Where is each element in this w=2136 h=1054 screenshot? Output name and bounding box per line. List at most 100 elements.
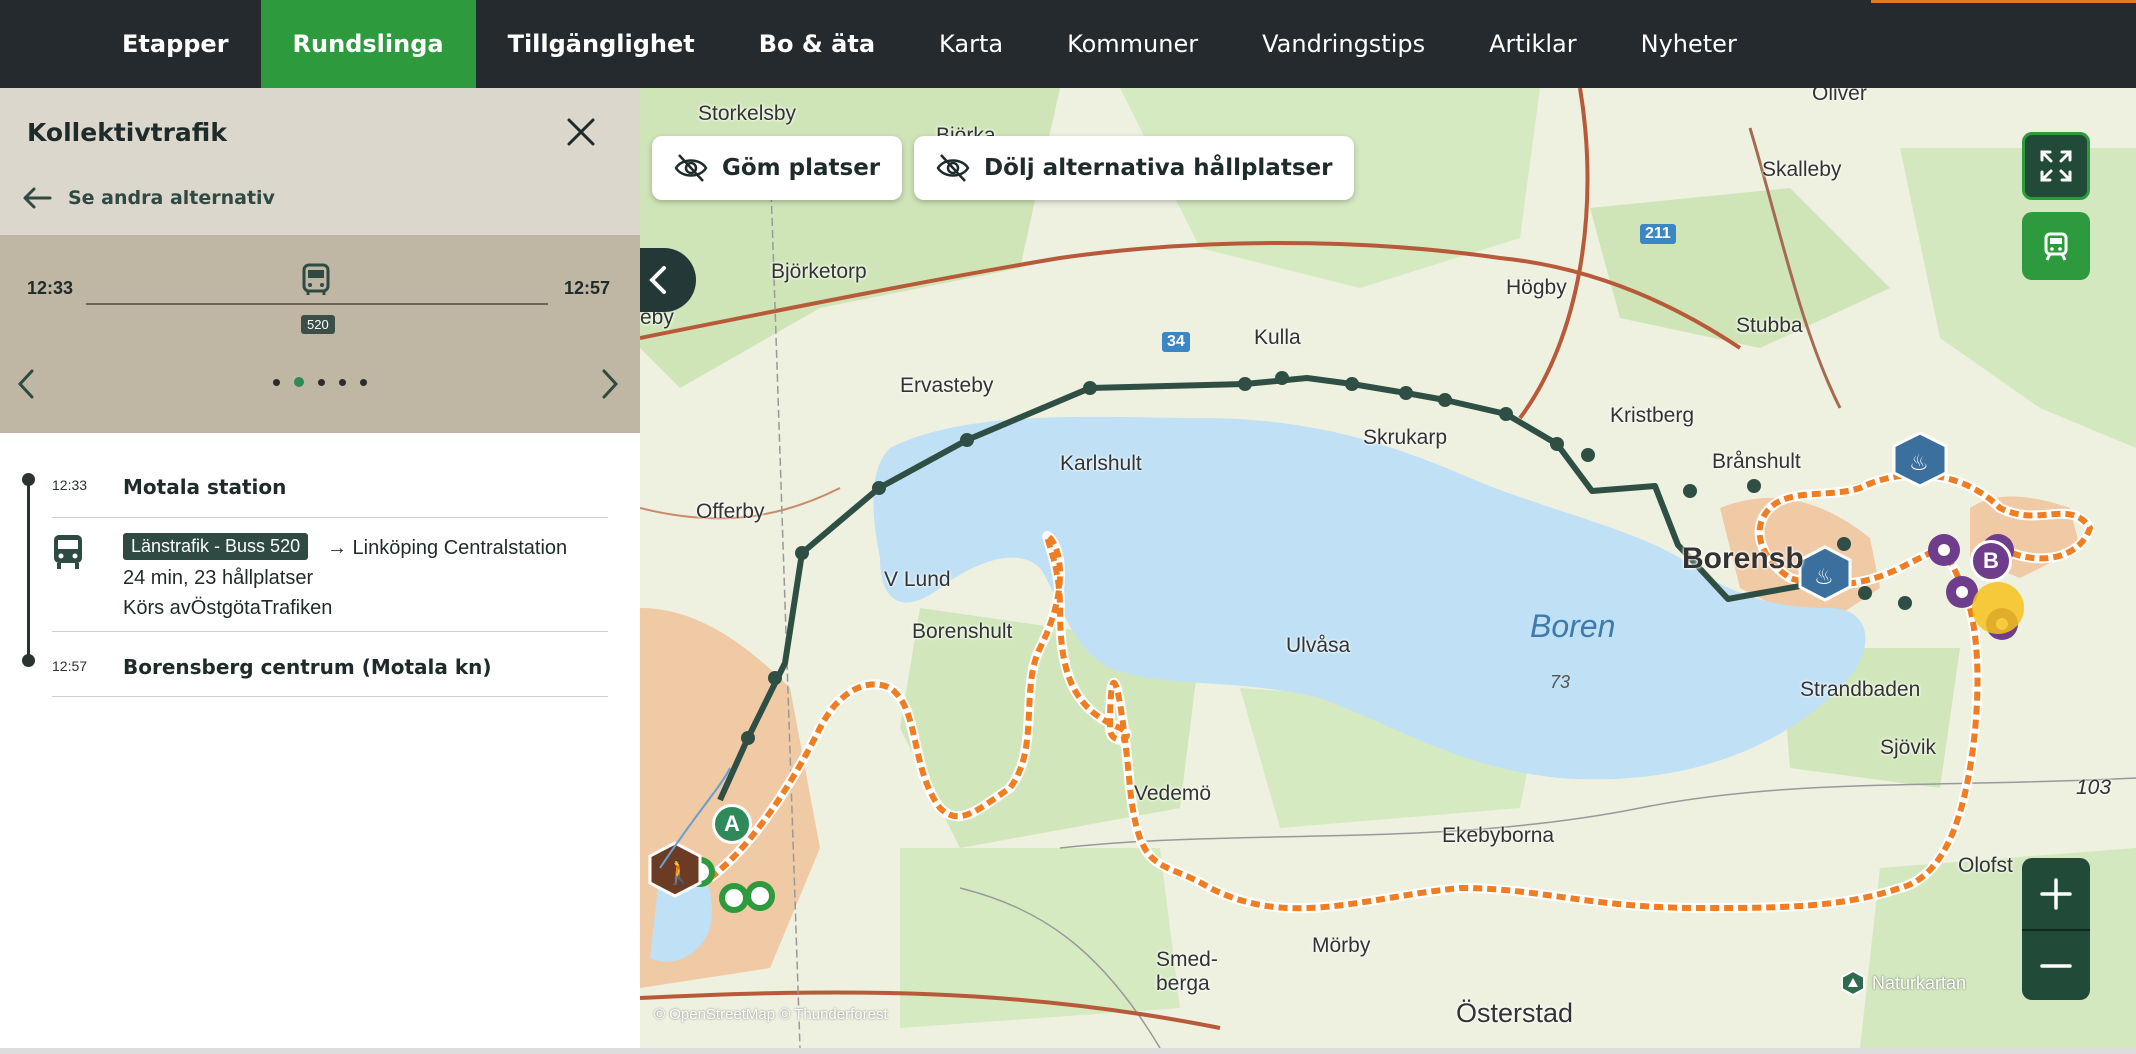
place-label: Ulvåsa <box>1286 634 1351 657</box>
back-to-alternatives-link[interactable]: Se andra alternativ <box>22 186 275 210</box>
place-label: Ekebyborna <box>1442 824 1555 847</box>
lake-label: Boren <box>1530 608 1616 644</box>
place-label: Brånshult <box>1712 450 1801 473</box>
hide-alternative-stops-button[interactable]: Dölj alternativa hållplatser <box>914 136 1355 200</box>
hide-places-button[interactable]: Göm platser <box>652 136 903 200</box>
bottom-strip <box>0 1048 2136 1054</box>
chevron-left-icon <box>17 369 34 399</box>
fullscreen-icon <box>2040 150 2072 182</box>
public-transport-button[interactable] <box>2022 212 2090 280</box>
nav-item-vandringstips[interactable]: Vandringstips <box>1230 0 1457 88</box>
elevation-label: 103 <box>2076 776 2112 799</box>
bus-icon <box>50 533 86 571</box>
pagination-dot[interactable] <box>318 378 325 386</box>
place-label: Skrukarp <box>1363 426 1448 449</box>
naturkartan-icon <box>1841 970 1865 996</box>
nav-item-nyheter[interactable]: Nyheter <box>1609 0 1769 88</box>
bus-icon <box>300 263 332 297</box>
nav-item-tillganglighet[interactable]: Tillgänglighet <box>476 0 727 88</box>
departure-time: 12:33 <box>52 477 88 493</box>
campfire-icon[interactable]: ♨ <box>1909 450 1929 476</box>
eye-off-icon <box>674 154 708 182</box>
plus-icon <box>2040 877 2072 910</box>
zoom-in-button[interactable] <box>2022 858 2090 929</box>
place-label: Storkelsby <box>698 102 797 125</box>
close-button[interactable] <box>563 114 599 150</box>
map-view[interactable]: ♨ ♨ 🚶 A B 34 211 Storkelsby Björka Olive… <box>640 88 2136 1048</box>
departure-stop: Motala station <box>123 475 287 499</box>
divider <box>52 517 608 518</box>
hide-places-label: Göm platser <box>722 155 881 181</box>
minus-icon <box>2040 963 2072 968</box>
place-label: Kulla <box>1254 326 1301 349</box>
trip-summary: 12:33 12:57 520 <box>0 235 640 433</box>
road-shield-211: 211 <box>1640 224 1676 244</box>
pagination-dot[interactable] <box>360 378 367 386</box>
place-label: Olofst <box>1958 854 2013 877</box>
place-label: Mörby <box>1312 934 1371 957</box>
nav-item-rundslinga[interactable]: Rundslinga <box>260 0 476 88</box>
nav-item-artiklar[interactable]: Artiklar <box>1457 0 1609 88</box>
chevron-right-icon <box>602 369 619 399</box>
place-label: Offerby <box>696 500 765 523</box>
place-label: Borenshult <box>912 620 1013 643</box>
end-marker[interactable]: B <box>1970 540 2012 582</box>
line-badge: Länstrafik - Buss 520 <box>123 533 309 560</box>
place-label: Stubba <box>1736 314 1803 337</box>
back-link-label: Se andra alternativ <box>68 187 275 209</box>
zoom-out-button[interactable] <box>2022 929 2090 1000</box>
map-attribution[interactable]: © OpenStreetMap © Thunderforest <box>654 1006 888 1023</box>
nav-item-bo-ata[interactable]: Bo & äta <box>727 0 907 88</box>
itinerary-node-start <box>22 473 35 486</box>
pagination-dot-active[interactable] <box>294 377 304 387</box>
chevron-left-icon <box>649 266 666 294</box>
hiker-icon[interactable]: 🚶 <box>664 858 694 887</box>
trip-timeline <box>86 303 548 305</box>
place-label: Österstad <box>1456 998 1574 1028</box>
place-label: Smed- berga <box>1156 948 1218 995</box>
tram-icon <box>2044 232 2068 261</box>
leg-destination: → Linköping Centralstation <box>327 537 568 559</box>
top-navigation: Etapper Rundslinga Tillgänglighet Bo & ä… <box>0 0 2136 88</box>
place-label: Kristberg <box>1610 404 1695 427</box>
leg-operator: Körs avÖstgötaTrafiken <box>123 597 333 619</box>
place-label: Sjövik <box>1880 736 1937 759</box>
zoom-controls <box>2022 858 2090 1000</box>
place-label: Strandbaden <box>1800 678 1921 701</box>
road-shield-34: 34 <box>1162 332 1190 352</box>
route-badge: 520 <box>301 315 335 334</box>
next-trip-button[interactable] <box>598 367 622 401</box>
fullscreen-button[interactable] <box>2022 132 2090 200</box>
nav-item-karta[interactable]: Karta <box>907 0 1035 88</box>
itinerary-node-end <box>22 654 35 667</box>
eye-off-icon <box>936 154 970 182</box>
place-label: Karlshult <box>1060 452 1142 475</box>
panel-header: Kollektivtrafik Se andra alternativ <box>0 88 640 235</box>
divider <box>52 631 608 632</box>
itinerary-rail <box>27 478 30 660</box>
previous-trip-button[interactable] <box>14 367 38 401</box>
leg-duration: 24 min, 23 hållplatser <box>123 567 314 589</box>
trip-start-time: 12:33 <box>27 278 74 298</box>
nav-item-kommuner[interactable]: Kommuner <box>1035 0 1230 88</box>
map-canvas <box>640 88 2136 1048</box>
hide-alternative-stops-label: Dölj alternativa hållplatser <box>984 155 1333 181</box>
pagination-dot[interactable] <box>339 378 346 386</box>
place-label-borensberg: Borensb <box>1682 542 1804 575</box>
trip-end-time: 12:57 <box>564 278 611 298</box>
pagination-dot[interactable] <box>273 378 280 386</box>
panel-title: Kollektivtrafik <box>27 118 227 147</box>
brand-label: Naturkartan <box>1872 972 1967 993</box>
place-label: Vedemö <box>1134 782 1212 805</box>
transit-panel: Kollektivtrafik Se andra alternativ 12:3… <box>0 88 640 1048</box>
arrow-left-icon <box>23 187 52 209</box>
naturkartan-logo[interactable]: Naturkartan <box>1840 970 1966 996</box>
place-label: Skalleby <box>1762 158 1842 181</box>
place-label: Ervasteby <box>900 374 994 397</box>
campfire-icon[interactable]: ♨ <box>1814 564 1834 590</box>
place-label: V Lund <box>884 568 951 591</box>
place-label: Högby <box>1506 276 1567 299</box>
nav-item-etapper[interactable]: Etapper <box>90 0 261 88</box>
start-marker[interactable]: A <box>712 804 752 844</box>
depth-label: 73 <box>1550 672 1571 692</box>
